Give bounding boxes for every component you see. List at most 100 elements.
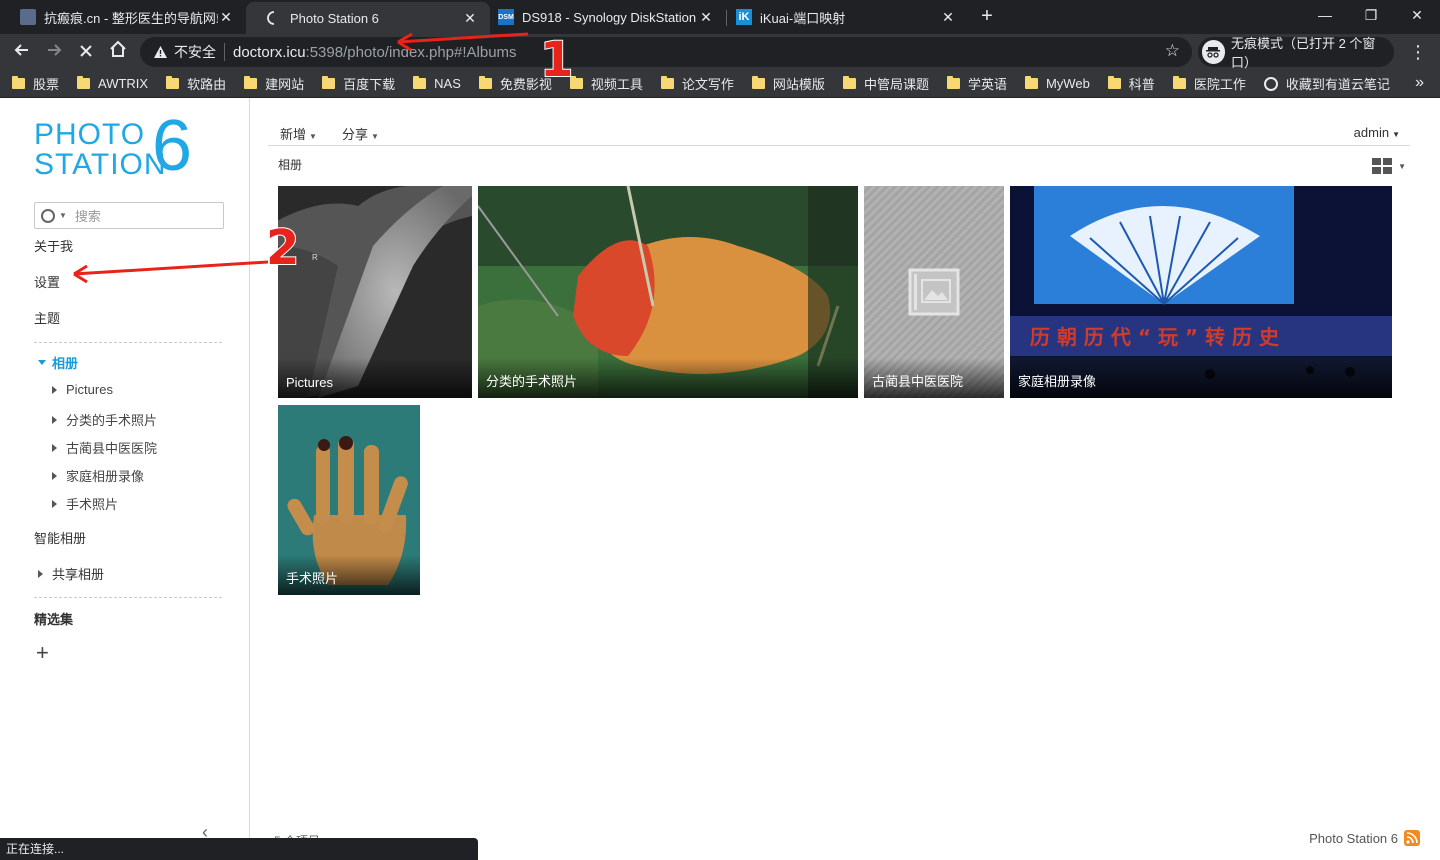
sidebar-divider <box>34 342 222 343</box>
stop-loading-button[interactable] <box>72 38 100 66</box>
sidebar-shared-albums[interactable]: 共享相册 <box>38 564 104 583</box>
folder-icon <box>660 76 674 89</box>
address-bar[interactable]: 不安全 doctorx.icu:5398/photo/index.php#!Al… <box>140 37 1192 67</box>
bookmark-folder[interactable]: NAS <box>413 76 461 91</box>
url-host: doctorx.icu <box>233 43 306 61</box>
folder-icon <box>166 76 180 89</box>
bookmark-folder[interactable]: MyWeb <box>1024 76 1090 91</box>
expand-right-icon <box>52 415 57 424</box>
bookmark-youdao[interactable]: 收藏到有道云笔记 <box>1263 74 1390 93</box>
tab-title: iKuai-端口映射 <box>760 10 846 26</box>
incognito-indicator[interactable]: 无痕模式（已打开 2 个窗口） <box>1198 36 1394 70</box>
new-label: 新增 <box>280 127 307 142</box>
tab-title: 抗瘢痕.cn - 整形医生的导航网站 <box>44 10 218 26</box>
bookmarks-bar: 股票 AWTRIX 软路由 建网站 百度下载 NAS 免费影视 视频工具 论文写… <box>0 70 1440 98</box>
sidebar-albums-header[interactable]: 相册 <box>38 353 78 372</box>
bookmark-label: 中管局课题 <box>863 77 929 92</box>
search-input[interactable]: ▼ 搜索 <box>34 202 224 229</box>
bookmark-label: 建网站 <box>265 77 305 92</box>
bookmark-label: 科普 <box>1128 77 1155 92</box>
bookmarks-overflow-icon[interactable]: » <box>1415 74 1424 92</box>
album-title: Pictures <box>286 375 333 390</box>
folder-icon <box>751 76 765 89</box>
close-tab-icon[interactable]: ✕ <box>462 10 478 27</box>
sidebar-featured[interactable]: 精选集 <box>34 609 73 628</box>
browser-menu-icon[interactable]: ⋮ <box>1408 38 1428 66</box>
bookmark-folder[interactable]: 科普 <box>1107 74 1155 93</box>
sidebar-link-about[interactable]: 关于我 <box>34 236 73 255</box>
bookmark-folder[interactable]: 中管局课题 <box>842 74 929 93</box>
bookmark-label: 股票 <box>33 77 60 92</box>
sidebar-album-item[interactable]: Pictures <box>52 382 113 397</box>
bookmark-folder[interactable]: 医院工作 <box>1172 74 1246 93</box>
back-button[interactable] <box>8 38 36 66</box>
folder-icon <box>1107 76 1121 89</box>
album-label: Pictures <box>66 382 113 397</box>
security-label[interactable]: 不安全 <box>174 42 216 62</box>
sidebar-album-item[interactable]: 古蔺县中医医院 <box>52 438 157 457</box>
user-menu[interactable]: admin ▼ <box>1354 125 1400 140</box>
sidebar-album-item[interactable]: 手术照片 <box>52 494 118 513</box>
bookmark-folder[interactable]: 学英语 <box>946 74 1007 93</box>
incognito-icon <box>1202 40 1225 64</box>
close-tab-icon[interactable]: ✕ <box>218 9 234 26</box>
chevron-down-icon: ▼ <box>1398 161 1406 171</box>
logo-line1: PHOTO <box>34 118 146 151</box>
album-tile-family-videos[interactable]: 历 朝 历 代 “ 玩 ” 转 历 史 家庭相册录像 <box>1010 186 1392 398</box>
bookmark-folder[interactable]: 视频工具 <box>569 74 643 93</box>
chevron-down-icon[interactable]: ▼ <box>59 211 67 220</box>
close-tab-icon[interactable]: ✕ <box>698 9 714 26</box>
forward-arrow-icon <box>48 44 62 56</box>
share-button[interactable]: 分享 ▼ <box>342 124 379 143</box>
album-title: 古蔺县中医医院 <box>872 374 964 389</box>
home-button[interactable] <box>104 38 132 66</box>
add-icon[interactable]: + <box>36 640 49 666</box>
tab-kanbanhen[interactable]: 抗瘢痕.cn - 整形医生的导航网站 ✕ <box>0 0 246 34</box>
bookmark-folder[interactable]: AWTRIX <box>77 76 148 91</box>
bookmark-folder[interactable]: 论文写作 <box>660 74 734 93</box>
bookmark-label: NAS <box>434 76 461 91</box>
album-title: 手术照片 <box>286 571 339 586</box>
sidebar-link-theme[interactable]: 主题 <box>34 308 60 327</box>
back-arrow-icon <box>14 44 28 56</box>
sidebar-smart-albums[interactable]: 智能相册 <box>34 528 86 547</box>
sidebar-album-item[interactable]: 家庭相册录像 <box>52 466 144 485</box>
bookmark-folder[interactable]: 软路由 <box>166 74 226 93</box>
bookmark-folder[interactable]: 股票 <box>12 74 59 93</box>
photo-station-logo[interactable]: PHOTO STATION 6 <box>34 110 214 182</box>
bookmark-folder[interactable]: 百度下载 <box>322 74 395 93</box>
minimize-button[interactable]: — <box>1302 2 1348 30</box>
view-mode-toggle[interactable]: ▼ <box>1372 158 1406 174</box>
album-tile-gulin-hospital[interactable]: 古蔺县中医医院 <box>864 186 1004 398</box>
folder-icon <box>946 76 960 89</box>
folder-icon <box>1172 76 1186 89</box>
site-favicon-icon <box>20 9 36 25</box>
page-title: 相册 <box>278 158 303 172</box>
bookmark-label: AWTRIX <box>98 76 149 91</box>
folder-icon <box>322 76 336 89</box>
album-tile-surgery-photos[interactable]: 手术照片 <box>278 405 420 595</box>
tab-photo-station[interactable]: Photo Station 6 ✕ <box>246 2 490 34</box>
forward-button[interactable] <box>40 38 68 66</box>
sidebar-album-item[interactable]: 分类的手术照片 <box>52 410 157 429</box>
new-button[interactable]: 新增 ▼ <box>280 124 317 143</box>
album-tile-surgery-categorized[interactable]: 分类的手术照片 <box>478 186 858 398</box>
bookmark-folder[interactable]: 建网站 <box>244 74 304 93</box>
rss-icon[interactable] <box>1404 830 1420 846</box>
new-tab-button[interactable]: + <box>976 5 998 29</box>
bookmark-folder[interactable]: 免费影视 <box>478 74 552 93</box>
restore-button[interactable]: ❐ <box>1348 2 1394 30</box>
tab-synology-dsm[interactable]: DSM DS918 - Synology DiskStation ✕ <box>478 0 726 34</box>
close-window-button[interactable]: ✕ <box>1394 2 1440 30</box>
close-tab-icon[interactable]: ✕ <box>940 9 956 26</box>
banner-text: 历 朝 历 代 “ 玩 ” 转 历 史 <box>1030 325 1280 349</box>
bookmark-star-icon[interactable]: ☆ <box>1165 41 1180 61</box>
browser-toolbar: 不安全 doctorx.icu:5398/photo/index.php#!Al… <box>0 34 1440 70</box>
folder-icon <box>77 76 91 89</box>
sidebar-link-settings[interactable]: 设置 <box>34 272 60 291</box>
url-path: :5398/photo/index.php#!Albums <box>305 43 517 61</box>
tab-ikuai[interactable]: iK iKuai-端口映射 ✕ <box>716 0 968 34</box>
bookmark-folder[interactable]: 网站模版 <box>751 74 825 93</box>
album-label: 分类的手术照片 <box>66 413 158 428</box>
album-tile-pictures[interactable]: R Pictures <box>278 186 472 398</box>
